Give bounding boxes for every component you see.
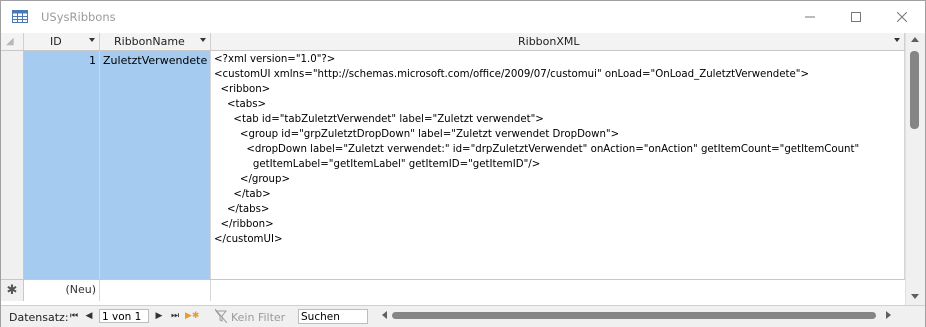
filter-toggle[interactable]: Kein Filter [213, 308, 291, 324]
first-record-icon[interactable]: ⏮ [68, 310, 80, 322]
close-button[interactable] [879, 1, 925, 33]
select-all-icon: ◢ [6, 36, 14, 47]
cell-ribbonname-value: ZuletztVerwendete [103, 54, 208, 67]
filter-label: Kein Filter [231, 311, 286, 324]
table-icon [12, 10, 28, 23]
filter-icon [215, 309, 227, 323]
xml-line: <tabs> [214, 99, 267, 110]
chevron-down-icon[interactable] [200, 38, 206, 42]
scroll-right-icon[interactable] [886, 311, 891, 319]
last-record-icon[interactable]: ⏭ [169, 310, 181, 322]
previous-record-icon[interactable]: ◀ [83, 310, 95, 322]
maximize-icon [851, 12, 861, 22]
title-bar: USysRibbons [1, 1, 925, 33]
xml-line: </ribbon> [214, 219, 274, 230]
record-position-input[interactable]: 1 von 1 [99, 309, 149, 323]
xml-line: <ribbon> [214, 84, 271, 95]
minimize-button[interactable] [787, 1, 833, 33]
column-header-id[interactable]: ID [24, 33, 100, 51]
xml-line: <tab id="tabZuletztVerwendet" label="Zul… [214, 114, 544, 125]
scroll-left-icon[interactable] [382, 311, 387, 319]
cell-id-value: 1 [89, 54, 96, 67]
scroll-down-icon[interactable] [911, 294, 919, 299]
xml-line: <group id="grpZuletztDropDown" label="Zu… [214, 129, 620, 140]
new-record-placeholder: (Neu) [65, 283, 96, 296]
chevron-down-icon[interactable] [89, 38, 95, 42]
cell-ribbonxml[interactable]: <?xml version="1.0"?> <customUI xmlns="h… [211, 51, 905, 279]
vertical-scrollbar[interactable] [905, 33, 925, 305]
xml-line: getItemLabel="getItemLabel" getItemID="g… [214, 159, 541, 170]
new-record-icon: ✱ [1, 280, 24, 301]
xml-line: <?xml version="1.0"?> [214, 54, 336, 65]
record-navigation-bar: Datensatz: ⏮ ◀ 1 von 1 ▶ ⏭ ▶✱ Kein Filte… [1, 305, 925, 327]
maximize-button[interactable] [833, 1, 879, 33]
column-header-label: RibbonName [114, 35, 185, 48]
new-record-row[interactable]: ✱ (Neu) [1, 279, 905, 301]
new-record-ribbonname-cell[interactable] [100, 280, 211, 301]
column-header-ribbonxml[interactable]: RibbonXML [211, 33, 905, 51]
new-record-nav-icon[interactable]: ▶✱ [185, 310, 199, 322]
record-label: Datensatz: [9, 311, 69, 324]
column-header-ribbonname[interactable]: RibbonName [100, 33, 211, 51]
xml-line: <customUI xmlns="http://schemas.microsof… [214, 69, 810, 80]
close-icon [897, 12, 907, 22]
select-all-corner[interactable]: ◢ [1, 33, 24, 51]
datasheet-window: USysRibbons ◢ ID RibbonName RibbonXML 1 … [0, 0, 926, 327]
search-input[interactable]: Suchen [298, 309, 368, 324]
minimize-icon [805, 16, 815, 18]
xml-line: </tab> [214, 189, 271, 200]
cell-id[interactable]: 1 [24, 51, 100, 279]
new-record-id-cell[interactable]: (Neu) [24, 280, 100, 301]
next-record-icon[interactable]: ▶ [153, 310, 165, 322]
xml-line: </group> [214, 174, 290, 185]
xml-line: <dropDown label="Zuletzt verwendet:" id=… [214, 144, 860, 155]
vertical-scroll-thumb[interactable] [910, 51, 919, 129]
record-selector[interactable] [1, 51, 24, 279]
xml-line: </customUI> [214, 234, 283, 245]
horizontal-scroll-thumb[interactable] [392, 312, 876, 319]
chevron-down-icon[interactable] [894, 38, 900, 42]
window-title: USysRibbons [41, 10, 116, 24]
column-header-label: ID [50, 35, 62, 48]
scroll-up-icon[interactable] [911, 37, 919, 42]
xml-line: </tabs> [214, 204, 270, 215]
column-header-label: RibbonXML [518, 35, 580, 48]
cell-ribbonname[interactable]: ZuletztVerwendete [100, 51, 211, 279]
